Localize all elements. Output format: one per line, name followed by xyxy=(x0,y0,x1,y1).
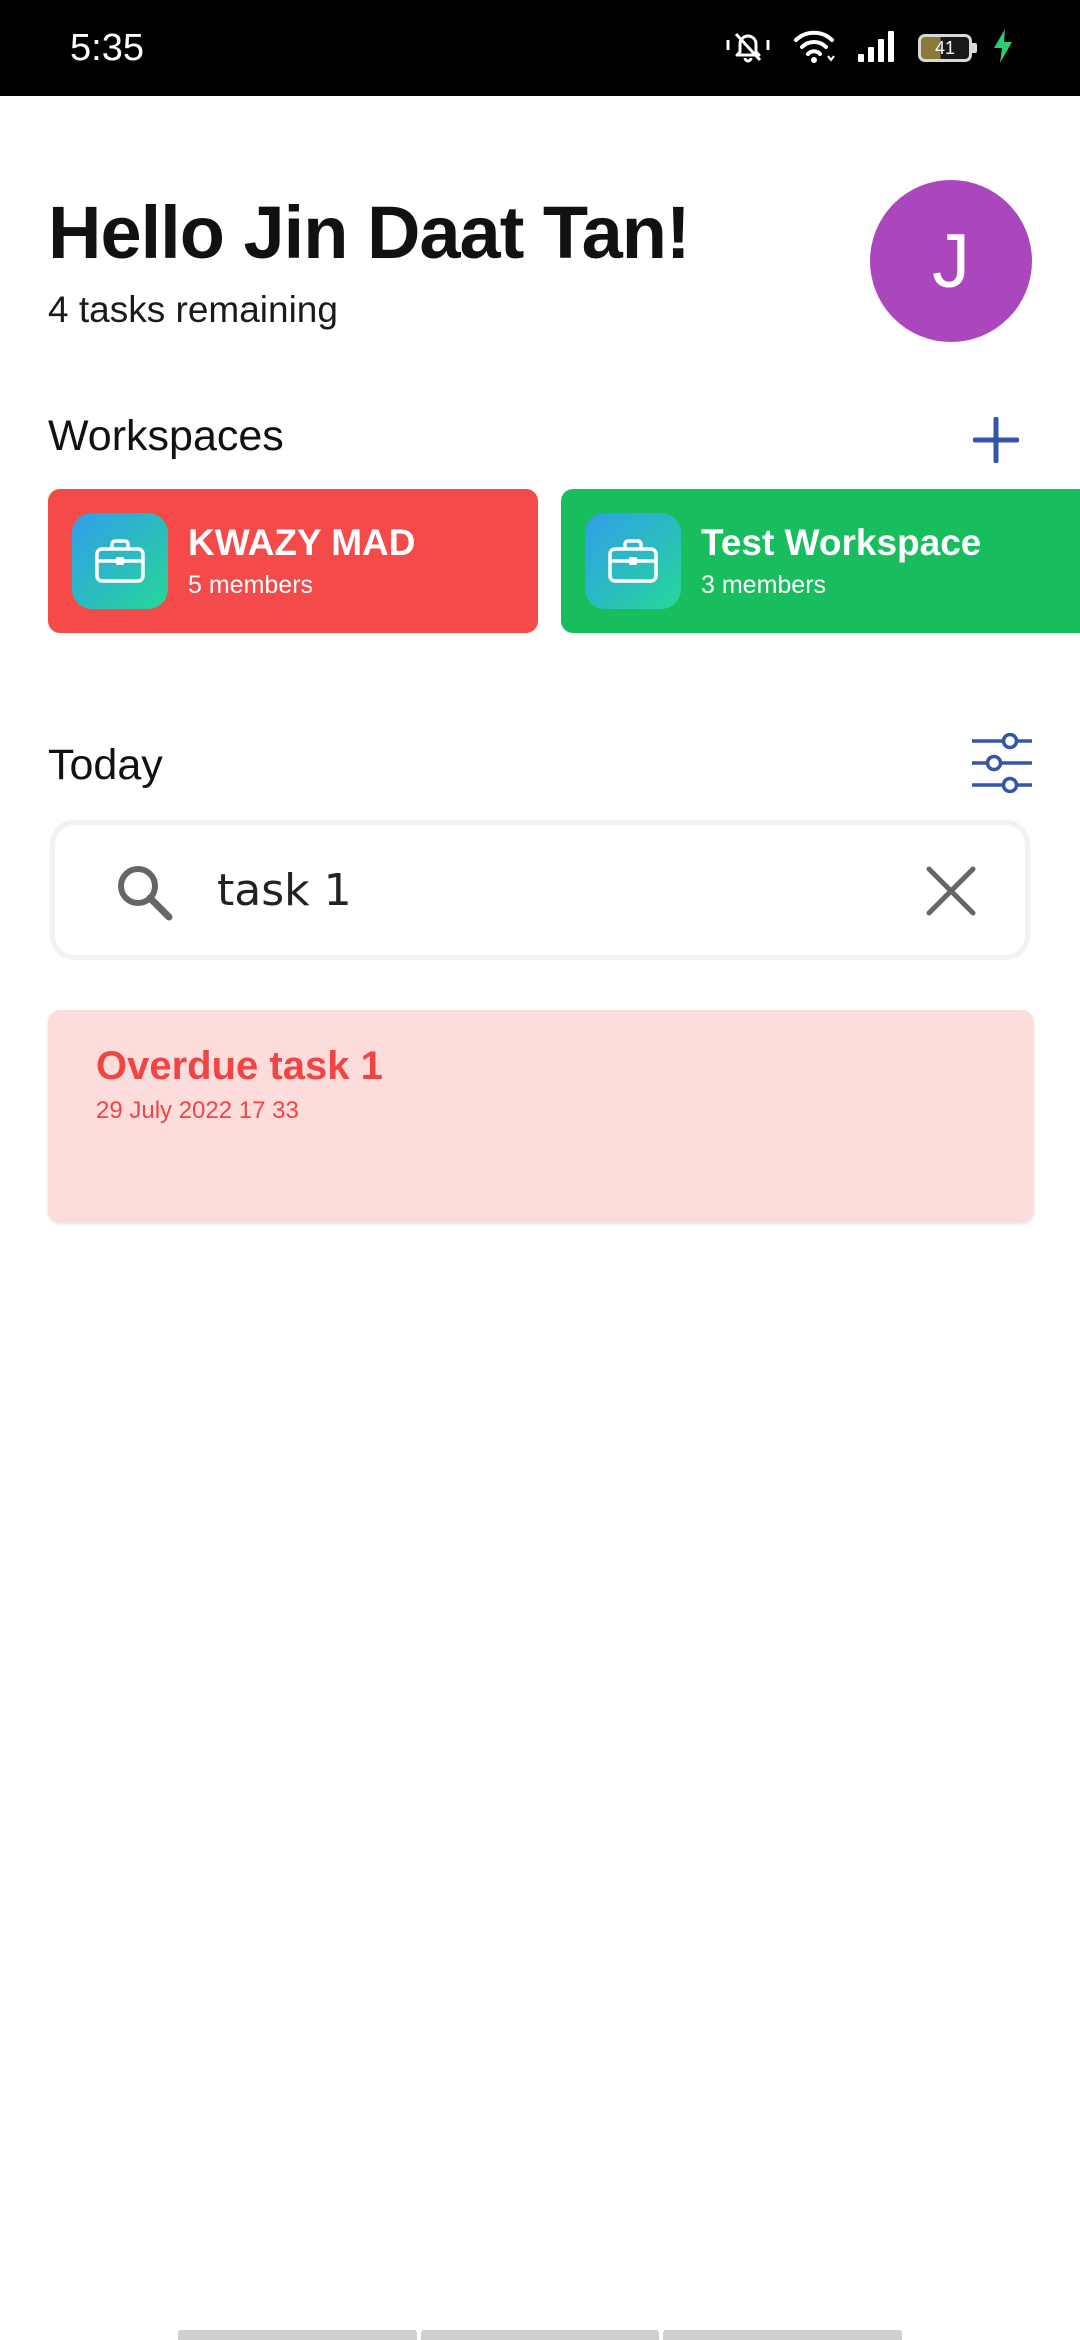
briefcase-icon xyxy=(72,513,168,609)
silent-icon xyxy=(724,26,772,71)
workspace-name: Test Workspace xyxy=(701,522,982,563)
add-workspace-button[interactable] xyxy=(966,410,1026,470)
sliders-icon xyxy=(972,733,1032,793)
avatar-initial: J xyxy=(932,218,970,304)
workspace-members: 3 members xyxy=(701,571,827,599)
search-icon xyxy=(118,866,173,921)
filter-button[interactable] xyxy=(966,730,1038,796)
workspaces-title: Workspaces xyxy=(48,412,284,460)
today-title: Today xyxy=(48,741,163,789)
search-input[interactable] xyxy=(217,855,817,925)
greeting-title: Hello Jin Daat Tan! xyxy=(48,191,691,274)
wifi-icon xyxy=(792,26,836,71)
plus-icon xyxy=(973,417,1019,463)
signal-icon xyxy=(856,28,898,69)
battery-icon: 41 xyxy=(918,34,977,62)
task-title: Overdue task 1 xyxy=(96,1044,383,1088)
workspace-members: 5 members xyxy=(188,571,314,599)
tasks-remaining: 4 tasks remaining xyxy=(48,289,338,330)
nav-segment xyxy=(178,2330,417,2340)
task-date: 29 July 2022 17 33 xyxy=(96,1097,299,1124)
task-card[interactable]: Overdue task 1 29 July 2022 17 33 xyxy=(48,1010,1034,1222)
charging-icon xyxy=(992,28,1014,69)
close-icon[interactable] xyxy=(923,863,979,919)
search-box xyxy=(50,820,1030,960)
briefcase-icon xyxy=(585,513,681,609)
battery-level: 41 xyxy=(934,38,956,58)
status-time: 5:35 xyxy=(70,27,144,69)
workspace-card-kwazy-mad[interactable]: KWAZY MAD 5 members xyxy=(48,489,538,633)
nav-segment xyxy=(420,2330,660,2340)
workspace-name: KWAZY MAD xyxy=(188,522,416,563)
gesture-nav-bar[interactable] xyxy=(178,2330,903,2340)
workspace-card-test-workspace[interactable]: Test Workspace 3 members xyxy=(561,489,1080,633)
status-bar: 5:35 41 xyxy=(0,0,1080,96)
nav-segment xyxy=(663,2330,903,2340)
status-icons: 41 xyxy=(724,24,1014,72)
avatar[interactable]: J xyxy=(870,180,1032,342)
